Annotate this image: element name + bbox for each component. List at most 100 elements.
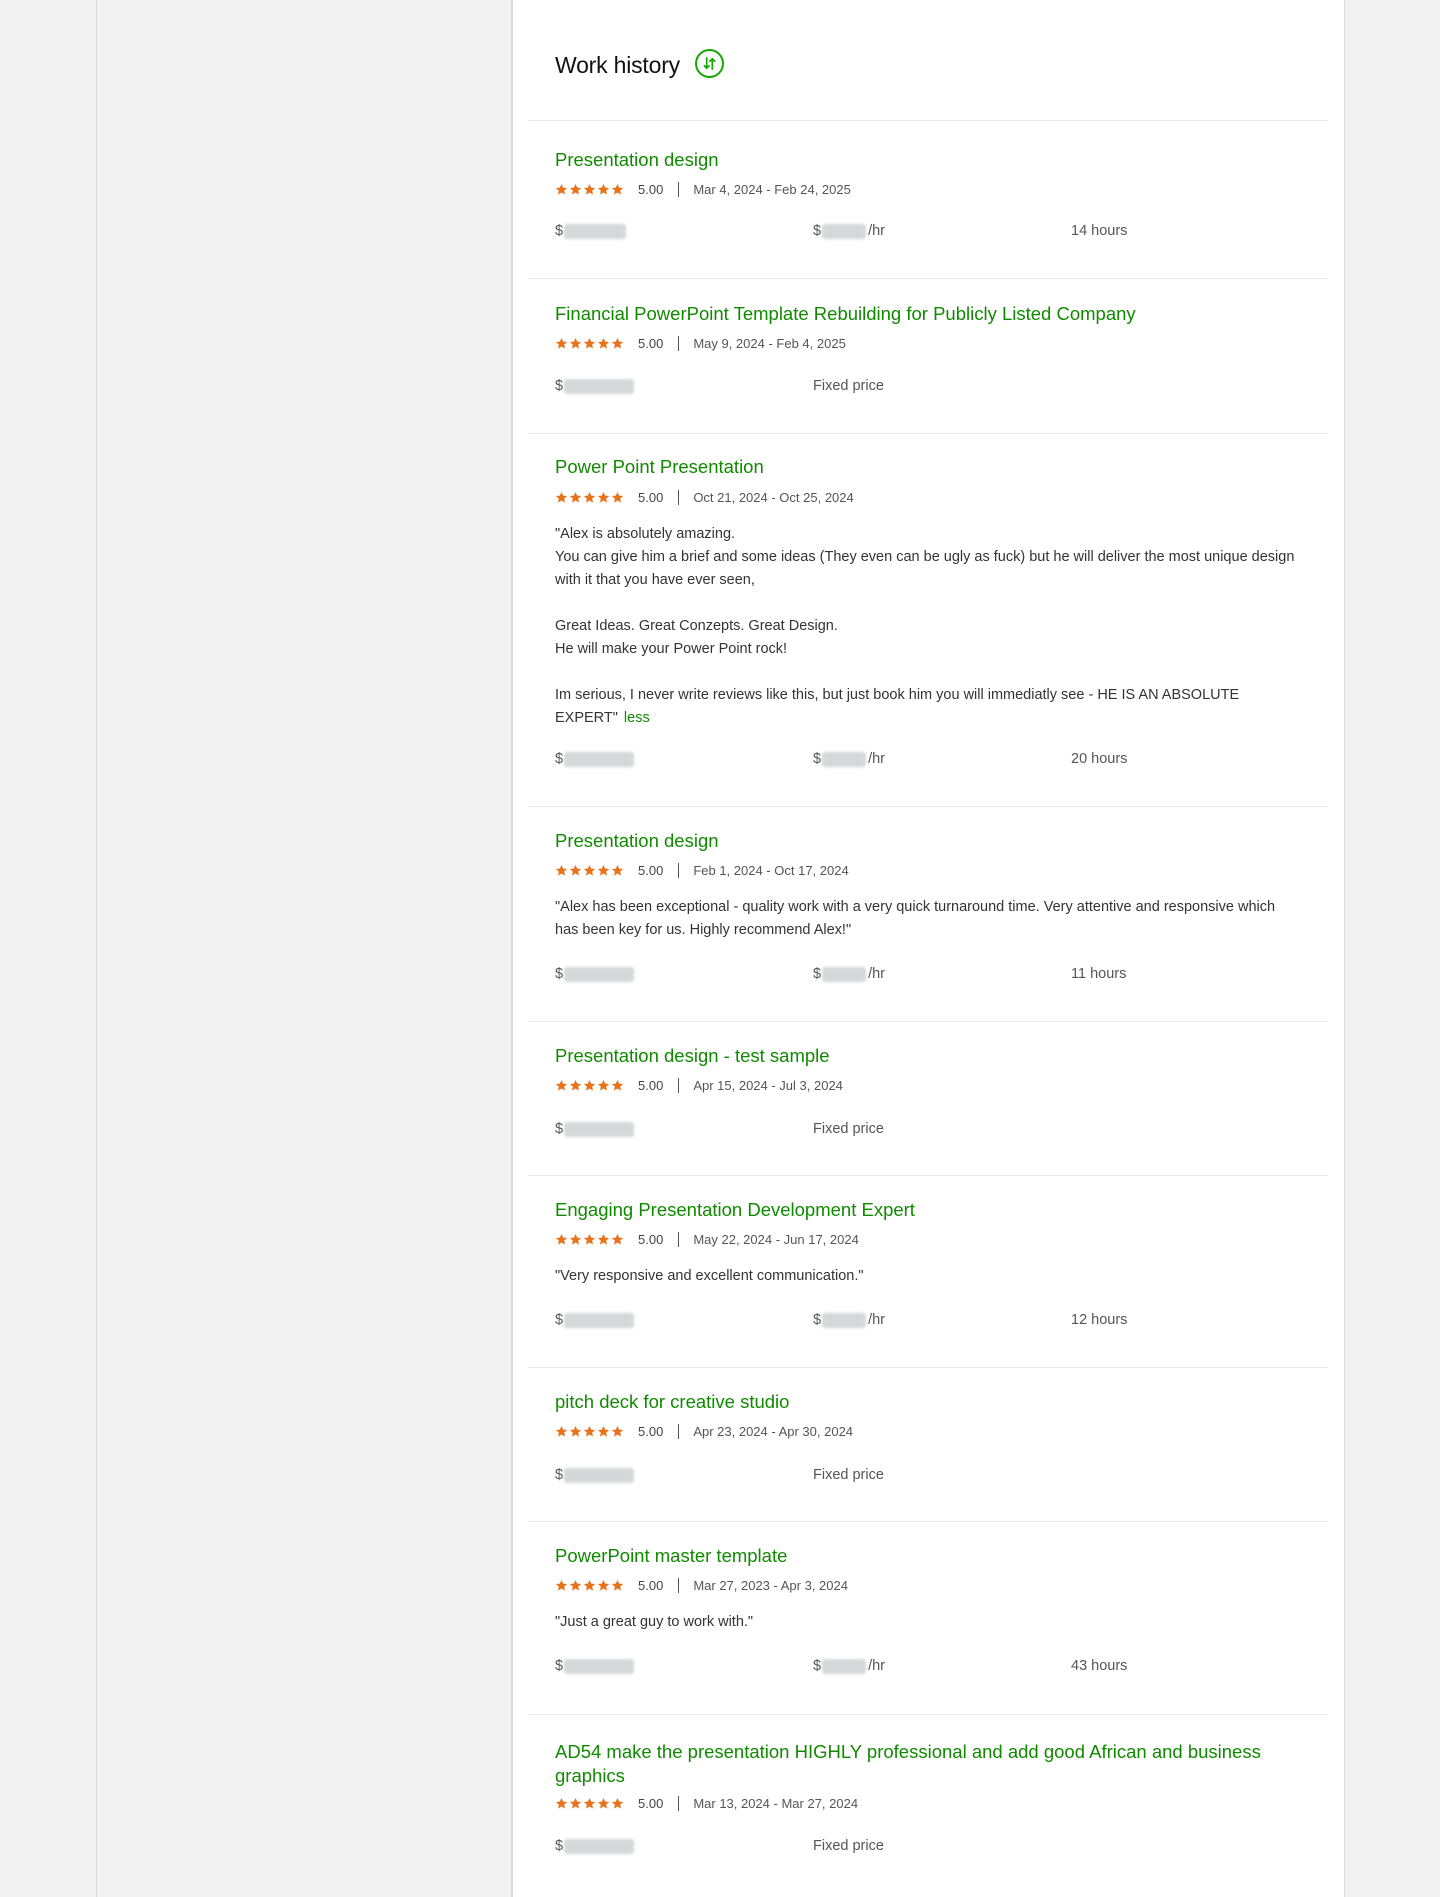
job-stats-row: $ Fixed price: [555, 378, 1302, 398]
star-icon: [555, 183, 568, 195]
redacted-value: [564, 751, 635, 767]
earned-amount: $: [555, 966, 635, 982]
star-icon: [569, 337, 582, 349]
separator: [678, 181, 680, 197]
star-icon: [569, 491, 582, 503]
job-dates: Mar 4, 2024 - Feb 24, 2025: [693, 181, 851, 197]
job-stats-row: $ $/hr 43 hours: [555, 1658, 1302, 1678]
job-rating-row: 5.00 Apr 23, 2024 - Apr 30, 2024: [555, 1422, 853, 1440]
redacted-value: [564, 1312, 635, 1328]
contract-type: Fixed price: [813, 1467, 884, 1483]
separator: [678, 1077, 680, 1093]
earned-amount: $: [555, 1467, 635, 1483]
job-title-link[interactable]: Presentation design: [555, 148, 1315, 172]
job-title-link[interactable]: Presentation design: [555, 829, 1315, 853]
divider: [529, 120, 1328, 121]
star-icon: [569, 1079, 582, 1091]
hourly-rate: $/hr: [813, 1312, 885, 1328]
left-sidebar-column: [96, 0, 512, 1897]
star-icon: [555, 337, 568, 349]
redacted-value: [564, 1838, 635, 1854]
job-dates: Apr 23, 2024 - Apr 30, 2024: [693, 1423, 854, 1439]
divider: [529, 1367, 1328, 1368]
job-dates: May 9, 2024 - Feb 4, 2025: [693, 335, 846, 351]
rating-score: 5.00: [638, 1231, 664, 1247]
rating-score: 5.00: [638, 1577, 664, 1593]
star-icon: [555, 491, 568, 503]
star-icon: [611, 183, 624, 195]
redacted-value: [564, 1121, 635, 1137]
rating-stars: [555, 1079, 624, 1092]
redacted-value: [822, 1312, 867, 1328]
rating-stars: [555, 864, 624, 877]
job-dates: Feb 1, 2024 - Oct 17, 2024: [693, 862, 849, 878]
divider: [529, 1175, 1328, 1176]
hours-worked: 20 hours: [1071, 751, 1128, 767]
earned-amount: $: [555, 223, 627, 239]
job-title-link[interactable]: Presentation design - test sample: [555, 1044, 1315, 1068]
rating-stars: [555, 1579, 624, 1592]
job-title-link[interactable]: AD54 make the presentation HIGHLY profes…: [555, 1740, 1315, 1788]
star-icon: [597, 183, 610, 195]
redacted-value: [564, 378, 635, 394]
job-rating-row: 5.00 Apr 15, 2024 - Jul 3, 2024: [555, 1076, 843, 1094]
star-icon: [583, 183, 596, 195]
job-rating-row: 5.00 Mar 13, 2024 - Mar 27, 2024: [555, 1794, 858, 1812]
redacted-value: [822, 1658, 867, 1674]
client-feedback: "Alex has been exceptional - quality wor…: [555, 899, 1280, 938]
star-icon: [583, 1579, 596, 1591]
redacted-value: [822, 223, 867, 239]
job-rating-row: 5.00 May 22, 2024 - Jun 17, 2024: [555, 1230, 859, 1248]
job-title-link[interactable]: Power Point Presentation: [555, 455, 1315, 479]
redacted-value: [822, 751, 867, 767]
star-icon: [569, 1425, 582, 1437]
earned-amount: $: [555, 1658, 635, 1674]
separator: [678, 1231, 680, 1247]
job-dates: Mar 27, 2023 - Apr 3, 2024: [693, 1577, 848, 1593]
star-icon: [597, 1233, 610, 1245]
star-icon: [555, 1797, 568, 1809]
earned-amount: $: [555, 751, 635, 767]
star-icon: [555, 1579, 568, 1591]
star-icon: [597, 1579, 610, 1591]
rating-score: 5.00: [638, 1077, 664, 1093]
star-icon: [569, 864, 582, 876]
job-dates: Oct 21, 2024 - Oct 25, 2024: [693, 489, 854, 505]
rating-score: 5.00: [638, 335, 664, 351]
divider: [529, 278, 1328, 279]
job-title-link[interactable]: PowerPoint master template: [555, 1544, 1315, 1568]
job-title-link[interactable]: pitch deck for creative studio: [555, 1390, 1315, 1414]
sort-button[interactable]: [695, 49, 724, 78]
star-icon: [569, 1797, 582, 1809]
star-icon: [583, 1797, 596, 1809]
rating-stars: [555, 1797, 624, 1810]
star-icon: [597, 864, 610, 876]
job-stats-row: $ $/hr 11 hours: [555, 966, 1302, 986]
rating-stars: [555, 1233, 624, 1246]
hours-worked: 43 hours: [1071, 1658, 1128, 1674]
star-icon: [583, 1233, 596, 1245]
rating-score: 5.00: [638, 1423, 664, 1439]
separator: [678, 489, 680, 505]
star-icon: [555, 1079, 568, 1091]
job-dates: May 22, 2024 - Jun 17, 2024: [693, 1231, 859, 1247]
star-icon: [597, 1079, 610, 1091]
star-icon: [583, 337, 596, 349]
separator: [678, 1577, 680, 1593]
work-history-header: Work history: [513, 0, 1344, 120]
divider: [529, 1714, 1328, 1715]
star-icon: [611, 1797, 624, 1809]
job-rating-row: 5.00 Mar 27, 2023 - Apr 3, 2024: [555, 1576, 848, 1594]
job-title-link[interactable]: Engaging Presentation Development Expert: [555, 1198, 1315, 1222]
star-icon: [583, 491, 596, 503]
less-link[interactable]: less: [624, 710, 650, 726]
star-icon: [611, 1079, 624, 1091]
redacted-value: [822, 966, 867, 982]
rating-stars: [555, 491, 624, 504]
hours-worked: 14 hours: [1071, 223, 1128, 239]
star-icon: [555, 1425, 568, 1437]
job-stats-row: $ $/hr 12 hours: [555, 1312, 1302, 1332]
star-icon: [597, 337, 610, 349]
job-title-link[interactable]: Financial PowerPoint Template Rebuilding…: [555, 302, 1315, 326]
rating-stars: [555, 183, 624, 196]
